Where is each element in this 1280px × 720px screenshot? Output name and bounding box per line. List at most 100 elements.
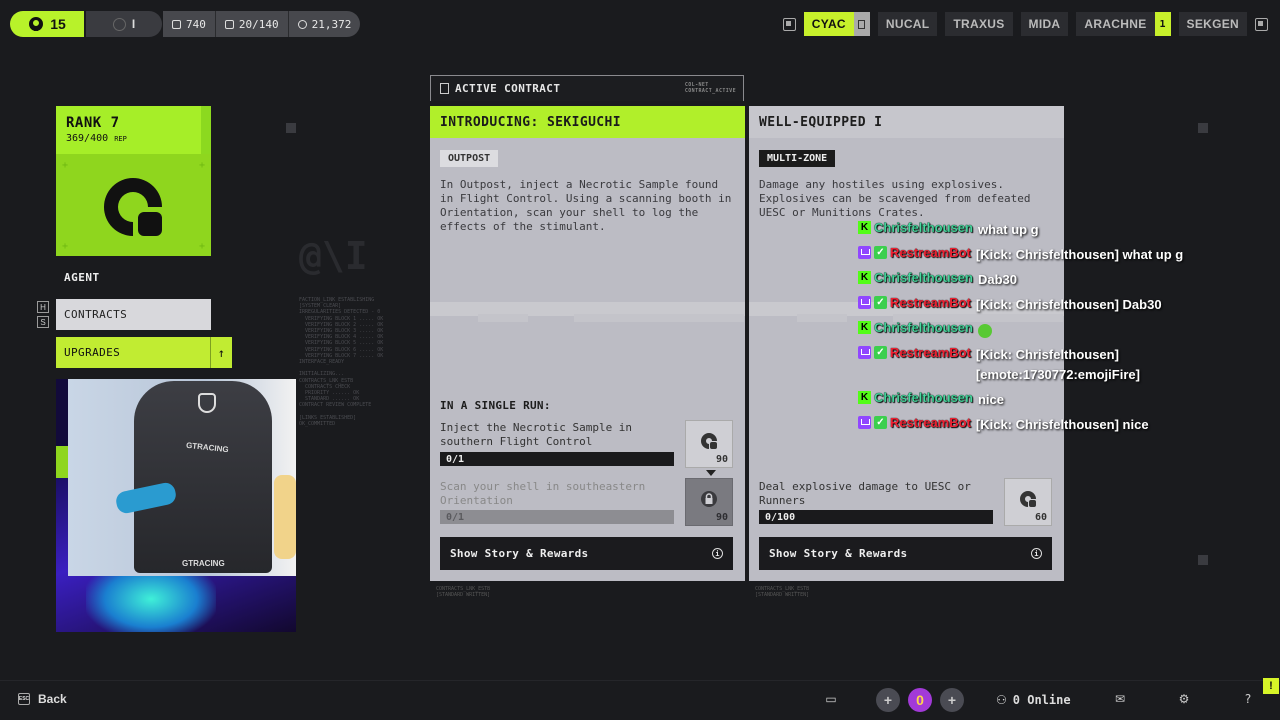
chat-username: Chrisfelthousen [874, 320, 973, 335]
menu-agent[interactable]: AGENT [64, 271, 100, 284]
reward-icon [701, 433, 717, 449]
task-text: Scan your shell in southeastern Orientat… [440, 480, 646, 507]
prestige-badge[interactable]: I [86, 11, 162, 37]
rank-rep: 369/400 REP [66, 133, 201, 144]
cyac-key-icon [853, 12, 870, 36]
chat-username: RestreamBot [890, 295, 971, 310]
arachne-notification-badge: 1 [1154, 12, 1171, 36]
chat-badges: ✓ [858, 416, 887, 429]
key-hint-s: S [37, 316, 49, 328]
stat-credits[interactable]: 21,372 [289, 11, 361, 37]
show-story-button[interactable]: Show Story & Rewards i [759, 537, 1052, 570]
task-progress: 0/1 [440, 452, 674, 466]
chat-text: [Kick: Chrisfelthousen] nice [975, 417, 1149, 432]
upgrades-label: UPGRADES [64, 346, 121, 359]
mail-icon[interactable]: ✉ [1113, 692, 1127, 706]
online-label: 0 Online [1012, 693, 1071, 707]
deco-band [478, 314, 528, 322]
chat-username: Chrisfelthousen [874, 220, 973, 235]
help-icon[interactable]: ? [1241, 692, 1255, 706]
prestige-icon [112, 17, 126, 31]
chair-brand: GTRACING [182, 559, 225, 568]
tab-cyac[interactable]: CYAC [803, 12, 854, 36]
rank-side-accent [201, 106, 211, 154]
stat-crates[interactable]: 740 [163, 11, 216, 37]
info-icon: i [1031, 548, 1042, 559]
active-contract-title: ACTIVE CONTRACT [455, 82, 561, 95]
add-party-left-button[interactable]: + [876, 688, 900, 712]
online-count[interactable]: ⚇ 0 Online [996, 693, 1071, 707]
deco-marker [1198, 123, 1208, 133]
level-badge[interactable]: 15 [10, 11, 84, 37]
faction-tabs: CYAC NUCAL TRAXUS MIDA ARACHNE 1 SEKGEN [782, 12, 1268, 36]
button-label: Show Story & Rewards [769, 547, 908, 560]
twitch-icon [858, 346, 871, 359]
card-foot-tag: CONTRACTS_LNK_ESTB [STANDARD WRITTEN] [755, 586, 809, 598]
contract-card-sekiguchi[interactable]: INTRODUCING: SEKIGUCHI OUTPOST In Outpos… [430, 106, 745, 581]
chat-icon[interactable]: ▭ [824, 692, 838, 706]
chevron-down-icon [706, 470, 716, 476]
deco-marker [1198, 555, 1208, 565]
tab-mida[interactable]: MIDA [1020, 12, 1069, 36]
kick-icon: K [858, 321, 871, 334]
info-icon: i [712, 548, 723, 559]
corner-mark: + [62, 241, 69, 252]
chat-username: RestreamBot [890, 415, 971, 430]
kick-icon: K [858, 271, 871, 284]
task-reward-locked[interactable]: 90 [685, 478, 733, 526]
rep-unit: REP [114, 135, 127, 143]
tab-arachne[interactable]: ARACHNE [1076, 12, 1155, 36]
rank-header: RANK 7 369/400 REP [56, 106, 211, 154]
corner-mark: + [62, 160, 69, 171]
kick-icon: K [858, 391, 871, 404]
party-avatar[interactable]: 0 [908, 688, 932, 712]
rank-card[interactable]: RANK 7 369/400 REP + + + + [56, 106, 211, 256]
chat-text: [Kick: Chrisfelthousen] Dab30 [975, 297, 1162, 312]
bottom-bar [0, 680, 1280, 720]
back-label: Back [38, 692, 67, 706]
add-party-right-button[interactable]: + [940, 688, 964, 712]
task-reward[interactable]: 90 [685, 420, 733, 468]
crate-icon [172, 19, 181, 29]
chat-text [977, 320, 992, 340]
next-faction-icon[interactable] [1255, 17, 1268, 31]
prestige-value: I [131, 17, 136, 31]
menu-contracts[interactable]: CONTRACTS [56, 299, 211, 330]
twitch-icon [858, 296, 871, 309]
tab-sekgen[interactable]: SEKGEN [1178, 12, 1247, 36]
tab-traxus[interactable]: TRAXUS [945, 12, 1013, 36]
esc-key-icon: ESC [18, 693, 30, 705]
chat-badges: K [858, 271, 871, 284]
reward-value: 60 [1034, 512, 1047, 523]
verified-icon: ✓ [874, 346, 887, 359]
chat-message: K Chrisfelthousen nice [858, 390, 1218, 410]
chat-message: K Chrisfelthousen [858, 320, 1218, 340]
task-text: Inject the Necrotic Sample in southern F… [440, 421, 633, 448]
card-description: In Outpost, inject a Necrotic Sample fou… [440, 178, 732, 233]
gear-icon[interactable]: ⚙ [1177, 692, 1191, 706]
stat-value: 21,372 [311, 17, 352, 31]
stream-chat-overlay: K Chrisfelthousen what up g ✓ RestreamBot [Ki… [858, 220, 1218, 440]
show-story-button[interactable]: Show Story & Rewards i [440, 537, 733, 570]
deco-glyph: @\I [299, 234, 368, 278]
deco-log-text: FACTION_LINK ESTABLISHING [SYSTEM CLEAR]… [299, 297, 384, 428]
back-button[interactable]: ESC Back [18, 692, 67, 706]
card-title: WELL-EQUIPPED I [749, 106, 1064, 138]
prev-faction-icon[interactable] [782, 17, 796, 31]
tab-nucal[interactable]: NUCAL [877, 12, 938, 36]
chat-text: [Kick: Chrisfelthousen] [emote:1730772:e… [975, 347, 1140, 382]
player-level-group: 15 I [10, 11, 162, 37]
task-reward[interactable]: 60 [1004, 478, 1052, 526]
menu-upgrades[interactable]: UPGRADES ↑ [56, 337, 232, 368]
chat-badges: ✓ [858, 296, 887, 309]
arrow-up-icon: ↑ [210, 337, 232, 368]
chair-logo-icon [198, 393, 216, 413]
level-value: 15 [50, 16, 66, 32]
deco-marker [286, 123, 296, 133]
reward-value: 90 [715, 454, 728, 465]
stat-value: 740 [186, 17, 206, 31]
verified-icon: ✓ [874, 416, 887, 429]
stat-slots[interactable]: 20/140 [216, 11, 289, 37]
alert-badge[interactable]: ! [1263, 678, 1279, 694]
card-foot-tag: CONTRACTS_LNK_ESTB [STANDARD WRITTEN] [436, 586, 490, 598]
